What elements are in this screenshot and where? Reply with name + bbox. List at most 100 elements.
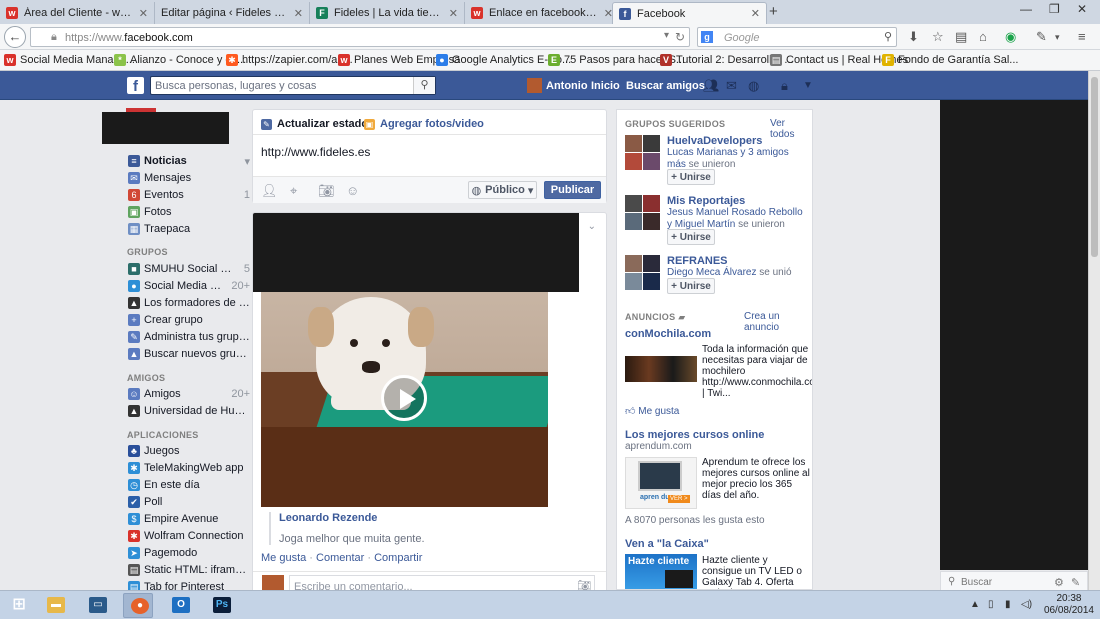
camera-icon[interactable]: 📷︎ xyxy=(318,183,335,199)
settings-chevron-icon[interactable]: ▼ xyxy=(803,80,819,95)
chevron-down-icon[interactable]: ▾ xyxy=(1055,32,1060,43)
chevron-down-icon[interactable]: ▾ xyxy=(244,155,250,168)
maximize-icon[interactable]: ❐ xyxy=(1049,2,1060,16)
sidebar-item-news-feed[interactable]: ≡ Noticias ▾ xyxy=(128,153,250,169)
close-icon[interactable]: ✕ xyxy=(449,7,458,20)
nav-find-friends-link[interactable]: Buscar amigos xyxy=(626,80,705,92)
play-icon[interactable] xyxy=(381,375,427,421)
sidebar-item-create-group[interactable]: + Crear grupo xyxy=(128,312,250,328)
browser-tab[interactable]: Editar página ‹ Fideles — Wor... ✕ xyxy=(155,2,310,24)
system-clock[interactable]: 20:38 06/08/2014 xyxy=(1044,593,1094,617)
avatar[interactable] xyxy=(527,78,542,93)
network-icon[interactable]: ▮ xyxy=(1005,599,1011,610)
tab-add-media[interactable]: ▣ Agregar fotos/video xyxy=(364,118,484,130)
close-window-icon[interactable]: ✕ xyxy=(1077,2,1087,16)
sidebar-item-friends[interactable]: ☺ Amigos 20+ xyxy=(128,386,250,402)
desktop-icon[interactable]: ▭ xyxy=(82,593,112,618)
share-link[interactable]: Compartir xyxy=(374,552,422,564)
search-icon[interactable]: ⚲ xyxy=(413,77,435,94)
join-group-button[interactable]: + Unirse xyxy=(667,169,715,185)
ad-image[interactable]: apren dum VER > xyxy=(625,457,697,509)
search-icon[interactable]: ⚲ xyxy=(884,30,892,43)
chevron-down-icon[interactable]: ▾ xyxy=(664,30,669,41)
bookmarks-menu-icon[interactable]: ▤ xyxy=(955,29,967,45)
bookmark-item[interactable]: F Fondo de Garantía Sal... xyxy=(882,54,1018,66)
ad-title-link[interactable]: conMochila.com xyxy=(625,328,711,340)
publish-button[interactable]: Publicar xyxy=(544,181,601,199)
see-all-link[interactable]: Ver todos xyxy=(770,118,812,140)
minimize-icon[interactable]: — xyxy=(1020,2,1032,16)
tag-friends-icon[interactable]: 👤︎ xyxy=(261,183,278,199)
members-link[interactable]: Diego Meca Álvarez xyxy=(667,267,756,278)
join-group-button[interactable]: + Unirse xyxy=(667,278,715,294)
close-icon[interactable]: ✕ xyxy=(294,7,303,20)
file-explorer-icon[interactable]: ▬ xyxy=(40,593,70,618)
close-icon[interactable]: ✕ xyxy=(751,7,760,20)
firefox-icon[interactable]: ● xyxy=(123,593,153,618)
browser-tab[interactable]: w Enlace en facebook (1/1) - ... ✕ xyxy=(465,2,620,24)
sidebar-item-find-groups[interactable]: ▲ Buscar nuevos grupos xyxy=(128,346,250,362)
sidebar-item-group[interactable]: ▲ Los formadores de la ... xyxy=(128,295,250,311)
group-name-link[interactable]: Mis Reportajes xyxy=(667,195,745,207)
outlook-icon[interactable]: O xyxy=(165,593,195,618)
back-icon[interactable]: ← xyxy=(4,26,26,48)
browser-tab-active[interactable]: f Facebook ✕ xyxy=(612,2,767,24)
gear-icon[interactable]: ⚙ xyxy=(1054,576,1064,589)
chat-search-bar[interactable]: ⚲ Buscar ⚙ ✎ xyxy=(940,571,1088,592)
reload-icon[interactable]: ↻ xyxy=(675,30,685,44)
nav-home-link[interactable]: Inicio xyxy=(591,80,620,92)
new-message-icon[interactable]: ✎ xyxy=(1071,576,1080,589)
bookmark-item[interactable]: ✱ https://zapier.com/ap... xyxy=(226,54,353,66)
browser-tab[interactable]: w Área del Cliente - webemp... ✕ xyxy=(0,2,155,24)
sidebar-item-app[interactable]: $ Empire Avenue xyxy=(128,511,250,527)
scrollbar-thumb[interactable] xyxy=(1091,77,1098,257)
sidebar-item-app[interactable]: ◷ En este día xyxy=(128,477,250,493)
emoticon-icon[interactable]: ☺ xyxy=(346,183,359,198)
sidebar-item-app[interactable]: ✔ Poll xyxy=(128,494,250,510)
browser-tab[interactable]: F Fideles | La vida tiene mo... ✕ xyxy=(310,2,465,24)
windows-start-icon[interactable]: ⊞ xyxy=(3,593,33,618)
addon-icon[interactable]: ✎ xyxy=(1036,29,1047,45)
ad-image[interactable] xyxy=(625,356,697,382)
download-icon[interactable]: ⬇ xyxy=(908,29,919,45)
sidebar-item-university[interactable]: ▲ Universidad de Huelva xyxy=(128,403,250,419)
location-icon[interactable]: ⌖ xyxy=(290,183,297,199)
status-input[interactable]: http://www.fideles.es xyxy=(261,145,370,159)
volume-icon[interactable]: ◁) xyxy=(1021,599,1032,610)
sidebar-item-app[interactable]: ▤ Tab for Pinterest xyxy=(128,579,250,590)
facebook-logo-icon[interactable]: f xyxy=(127,77,144,95)
sidebar-item-photos[interactable]: ▣ Fotos xyxy=(128,204,250,220)
sidebar-item-app[interactable]: ▤ Static HTML: iframe tabs xyxy=(128,562,250,578)
bookmark-star-icon[interactable]: ☆ xyxy=(932,29,944,45)
close-icon[interactable]: ✕ xyxy=(139,7,148,20)
home-icon[interactable]: ⌂ xyxy=(979,29,987,44)
new-tab-icon[interactable]: + xyxy=(769,3,778,20)
tray-arrow-icon[interactable]: ▲ xyxy=(970,599,980,610)
create-ad-link[interactable]: Crea un anuncio xyxy=(744,311,812,333)
sidebar-item-manage-groups[interactable]: ✎ Administra tus grupos xyxy=(128,329,250,345)
friend-requests-icon[interactable]: 👥︎ xyxy=(703,78,720,93)
group-name-link[interactable]: REFRANES xyxy=(667,255,728,267)
search-bar[interactable]: g Google ⚲ xyxy=(697,27,897,47)
chevron-down-icon[interactable]: ⌄ xyxy=(588,221,596,232)
tray-app-icon[interactable]: ▯ xyxy=(988,599,994,610)
like-link[interactable]: Me gusta xyxy=(261,552,306,564)
page-scrollbar[interactable] xyxy=(1088,71,1100,590)
sidebar-item-app[interactable]: ➤ Pagemodo xyxy=(128,545,250,561)
photoshop-icon[interactable]: Ps xyxy=(206,593,236,618)
sidebar-item-app[interactable]: ✱ Wolfram Connection xyxy=(128,528,250,544)
sidebar-item-group[interactable]: ■ SMUHU Social Medi...5 xyxy=(128,261,250,277)
ad-title-link[interactable]: Los mejores cursos online xyxy=(625,429,764,441)
nav-profile-link[interactable]: Antonio xyxy=(546,80,588,92)
comment-link[interactable]: Comentar xyxy=(316,552,364,564)
ad-like-link[interactable]: 👍︎ Me gusta xyxy=(625,405,679,417)
privacy-shortcuts-icon[interactable]: 🔒︎ xyxy=(781,78,797,93)
addon-icon[interactable]: ◉ xyxy=(1005,29,1016,45)
sidebar-item-traepaca[interactable]: ▦ Traepaca xyxy=(128,221,250,237)
video-player[interactable] xyxy=(261,292,548,507)
tab-update-status[interactable]: ✎ Actualizar estado xyxy=(261,118,368,130)
group-name-link[interactable]: HuelvaDevelopers xyxy=(667,135,762,147)
ad-title-link[interactable]: Ven a "la Caixa" xyxy=(625,538,709,550)
sidebar-item-messages[interactable]: ✉ Mensajes xyxy=(128,170,250,186)
notifications-icon[interactable]: ◍ xyxy=(748,78,764,93)
